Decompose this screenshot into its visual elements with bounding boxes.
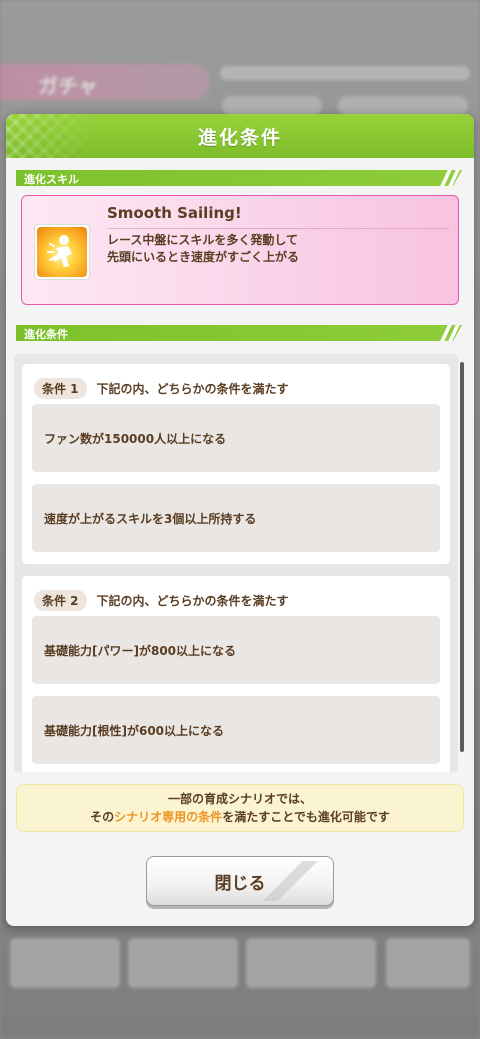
background-gacha-label: ガチャ [38,74,98,98]
evolution-conditions-dialog: 進化条件 進化スキル Smooth Sailing! レース中盤にスキルを多く発… [6,114,474,926]
background-card [246,938,376,988]
divider [107,228,449,229]
notice-line: そのシナリオ専用の条件を満たすことでも進化可能です [17,808,463,826]
notice-line: 一部の育成シナリオでは、 [167,792,312,806]
running-figure-sparkle-icon [34,224,90,280]
condition-item: 基礎能力[根性]が600以上になる [32,696,440,764]
skill-description-line: 先頭にいるとき速度がすごく上がる [107,250,300,264]
condition-block: 条件 2 下記の内、どちらかの条件を満たす 基礎能力[パワー]が800以上になる… [22,576,450,772]
header-pattern [6,114,96,158]
section-label: 進化スキル [24,173,79,186]
skill-description: レース中盤にスキルを多く発動して 先頭にいるとき速度がすごく上がる [107,232,299,266]
background-header: ガチャ [0,60,480,116]
condition-title: 下記の内、どちらかの条件を満たす [96,382,289,396]
dialog-header: 進化条件 [6,114,474,158]
background-card [10,938,120,988]
condition-header: 条件 2 下記の内、どちらかの条件を満たす [34,590,289,611]
condition-item: ファン数が150000人以上になる [32,404,440,472]
notice-text: を満たすことでも進化可能です [222,810,390,824]
condition-block: 条件 1 下記の内、どちらかの条件を満たす ファン数が150000人以上になる … [22,364,450,564]
background-gacha-tab: ガチャ [0,64,210,100]
condition-item: 基礎能力[パワー]が800以上になる [32,616,440,684]
section-header-skill: 進化スキル [16,170,462,186]
section-label: 進化条件 [24,328,68,341]
condition-item: 速度が上がるスキルを3個以上所持する [32,484,440,552]
background-button [338,96,468,116]
condition-tag: 条件 2 [34,590,87,611]
notice-text: その [90,810,115,824]
close-button[interactable]: 閉じる [146,856,334,906]
conditions-scroll-area[interactable]: 条件 1 下記の内、どちらかの条件を満たす ファン数が150000人以上になる … [14,354,458,772]
scenario-notice: 一部の育成シナリオでは、 そのシナリオ専用の条件を満たすことでも進化可能です [16,784,464,832]
skill-name: Smooth Sailing! [107,204,242,222]
background-footer [0,930,480,1000]
background-status-bar [220,66,470,80]
skill-description-line: レース中盤にスキルを多く発動して [107,233,299,247]
section-header-conditions: 進化条件 [16,325,462,341]
skill-card: Smooth Sailing! レース中盤にスキルを多く発動して 先頭にいるとき… [21,195,459,305]
background-card [386,938,470,988]
dialog-title: 進化条件 [197,126,282,149]
background-button [222,96,322,116]
scrollbar[interactable] [460,362,464,752]
condition-tag: 条件 1 [34,378,87,399]
close-button-label: 閉じる [214,873,266,894]
condition-title: 下記の内、どちらかの条件を満たす [96,594,289,608]
notice-highlight: シナリオ専用の条件 [114,810,223,824]
condition-header: 条件 1 下記の内、どちらかの条件を満たす [34,378,289,399]
background-card [128,938,238,988]
